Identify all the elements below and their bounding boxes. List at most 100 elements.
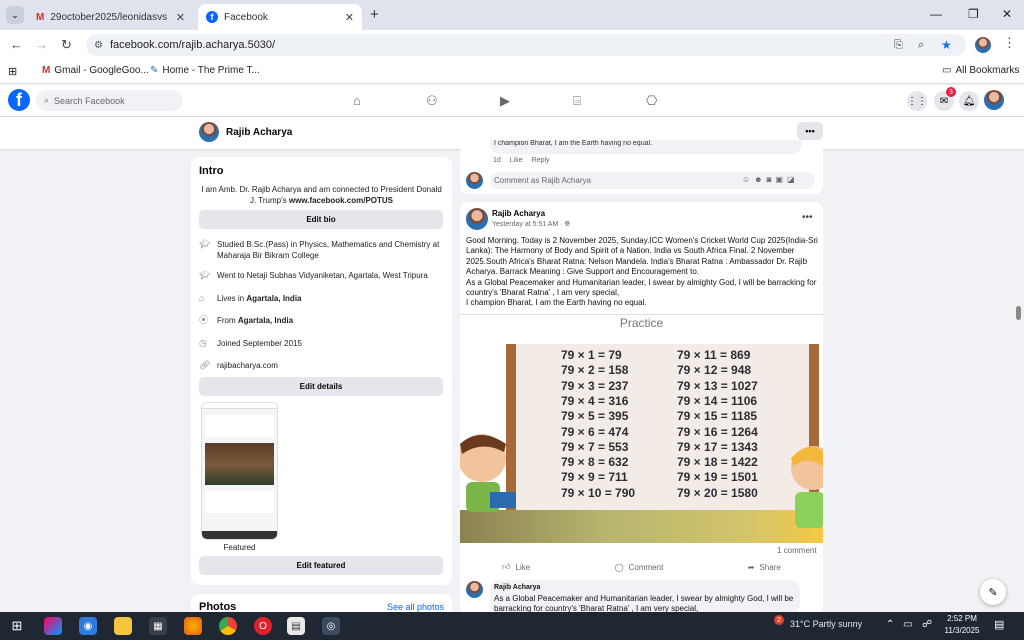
post-options-icon[interactable]: ••• <box>802 212 813 223</box>
weather-widget[interactable]: 31°C Partly sunny <box>790 619 862 629</box>
link-icon: 🔗︎ <box>199 360 211 370</box>
profile-avatar[interactable] <box>199 122 219 142</box>
from-text: From Agartala, India <box>217 315 293 326</box>
post-text: Good Morning. Today is 2 November 2025, … <box>466 236 818 309</box>
menu-grid-icon[interactable]: ⋮⋮ <box>907 91 927 111</box>
notification-badge: 3 <box>946 87 956 97</box>
zoom-icon[interactable]: ⌕ <box>918 39 924 52</box>
browser-menu-icon[interactable]: ⋮ <box>1003 35 1016 51</box>
gaming-icon[interactable]: ⎔ <box>646 93 657 109</box>
reply-author-avatar[interactable] <box>466 581 483 598</box>
windows-start-icon[interactable]: ⊞ <box>8 617 26 635</box>
intro-joined: ◷ Joined September 2015 <box>199 338 444 349</box>
site-info-icon[interactable]: ⚙ <box>94 40 103 51</box>
account-avatar[interactable] <box>984 90 1004 110</box>
home-icon: ⌂ <box>199 293 205 303</box>
post-text-line: I champion Bharat, I am the Earth having… <box>466 298 647 308</box>
intro-website[interactable]: 🔗︎ rajibacharya.com <box>199 360 444 371</box>
page-scrollbar[interactable] <box>1016 306 1021 320</box>
url-input[interactable]: ⚙ facebook.com/rajib.acharya.5030/ ⎘ ⌕ ★ <box>86 34 966 56</box>
minimize-icon[interactable]: — <box>930 7 942 21</box>
notifications-bell-icon[interactable]: 🔔︎ <box>959 91 979 111</box>
emoji-icon[interactable]: ☻ <box>754 175 766 184</box>
window-close-icon[interactable]: ✕ <box>1002 7 1012 21</box>
search-facebook-input[interactable]: ⌕ Search Facebook <box>36 90 183 111</box>
like-button[interactable]: 👍︎ Like <box>502 562 530 572</box>
edit-details-button[interactable]: Edit details <box>199 377 443 396</box>
camera-app-icon[interactable]: ◎ <box>322 617 340 635</box>
apps-grid-icon[interactable]: ⊞ <box>8 65 17 78</box>
gif-icon[interactable]: ▣ <box>775 175 787 184</box>
file-explorer-icon[interactable] <box>114 617 132 635</box>
avatar-sticker-icon[interactable]: ☺ <box>742 175 754 184</box>
chrome-icon[interactable] <box>219 617 237 635</box>
app-blue-icon[interactable]: ◉ <box>79 617 97 635</box>
home-icon[interactable]: ⌂ <box>353 93 361 108</box>
copilot-icon[interactable] <box>44 617 62 635</box>
clock-icon: ◷ <box>199 338 207 348</box>
store-icon[interactable]: ▦ <box>149 617 167 635</box>
new-message-compose-icon[interactable]: ✎ <box>980 579 1006 605</box>
multiplication-row: 79 × 11 = 869 <box>677 348 751 362</box>
facebook-favicon-icon: f <box>206 11 218 23</box>
reload-icon[interactable]: ↻ <box>61 37 72 53</box>
firefox-icon[interactable] <box>184 617 202 635</box>
notifications-center-icon[interactable]: ▤ <box>994 618 1004 631</box>
multiplication-row: 79 × 18 = 1422 <box>677 455 758 470</box>
post-text-line: As a Global Peacemaker and Humanitarian … <box>466 277 817 298</box>
profile-more-button[interactable]: ••• <box>797 122 823 140</box>
comment-like-link[interactable]: Like <box>510 157 523 164</box>
display-icon[interactable]: ▭ <box>903 619 912 630</box>
video-icon[interactable]: ▶ <box>500 93 510 109</box>
education-cap-icon: 🎓︎ <box>199 270 211 280</box>
back-icon[interactable]: ← <box>10 37 23 52</box>
location-pin-icon: ⦿ <box>199 315 209 325</box>
share-button[interactable]: ➦ Share <box>748 563 781 572</box>
marketplace-icon[interactable]: ⌸ <box>573 93 581 109</box>
featured-story-thumbnail[interactable] <box>201 402 278 540</box>
taskbar-clock[interactable]: 2:52 PM 11/3/2025 <box>942 613 982 637</box>
edit-featured-button[interactable]: Edit featured <box>199 556 443 575</box>
profile-name[interactable]: Rajib Acharya <box>226 127 292 138</box>
browser-tab-active[interactable]: f Facebook ✕ <box>198 4 362 30</box>
network-icon[interactable]: ☍ <box>922 619 932 630</box>
comment-reply-link[interactable]: Reply <box>532 157 550 164</box>
website-text[interactable]: rajibacharya.com <box>217 360 278 371</box>
from-link[interactable]: Agartala, India <box>238 316 293 325</box>
clock-date: 11/3/2025 <box>944 626 980 635</box>
lives-in-link[interactable]: Agartala, India <box>246 294 301 303</box>
see-all-photos-link[interactable]: See all photos <box>387 602 444 612</box>
all-bookmarks-label: All Bookmarks <box>955 65 1020 76</box>
post-timestamp[interactable]: Yesterday at 5:51 AM · 🌐︎ <box>492 221 570 229</box>
bookmark-star-icon[interactable]: ★ <box>941 38 952 52</box>
bookmark-gmail[interactable]: M Gmail - GoogleGoo... <box>42 65 149 76</box>
friends-icon[interactable]: ⚇ <box>426 93 438 109</box>
reply-author-name[interactable]: Rajib Acharya <box>494 583 796 594</box>
comment-button[interactable]: ◯ Comment <box>615 563 664 572</box>
profile-avatar-icon[interactable] <box>975 37 991 53</box>
new-tab-icon[interactable]: + <box>370 6 379 23</box>
browser-tab-inactive[interactable]: M 29october2025/leonidasvs Xer ✕ <box>28 4 193 30</box>
show-hidden-icons-icon[interactable]: ⌃ <box>886 619 894 630</box>
tab-search-chevron-icon[interactable]: ⌄ <box>6 6 24 24</box>
close-tab-icon[interactable]: ✕ <box>176 11 185 24</box>
edit-bio-button[interactable]: Edit bio <box>199 210 443 229</box>
close-tab-icon[interactable]: ✕ <box>345 11 354 24</box>
install-app-icon[interactable]: ⎘ <box>894 39 903 52</box>
facebook-logo-icon[interactable]: f <box>8 89 30 111</box>
all-bookmarks-button[interactable]: ▭ All Bookmarks <box>942 65 1019 76</box>
post-author-name[interactable]: Rajib Acharya <box>492 209 545 218</box>
notepad-icon[interactable]: ▤ <box>287 617 305 635</box>
clock-time: 2:52 PM <box>947 614 977 623</box>
multiplication-row: 79 × 12 = 948 <box>677 363 752 378</box>
post-image[interactable]: Practice 79 × 1 = 79 79 × 2 = 158 79 × 3 =… <box>460 314 823 543</box>
sticker-icon[interactable]: ◪ <box>787 175 799 184</box>
bookmark-prime[interactable]: ✎ Home - The Prime T... <box>150 65 260 76</box>
post-author-avatar[interactable] <box>466 208 488 230</box>
opera-icon[interactable]: O <box>254 617 272 635</box>
bio-link[interactable]: www.facebook.com/POTUS <box>289 196 393 205</box>
multiplication-row: 79 × 16 = 1264 <box>677 424 758 439</box>
comment-count-link[interactable]: 1 comment <box>777 546 817 555</box>
forward-icon[interactable]: → <box>35 37 48 52</box>
restore-icon[interactable]: ❐ <box>968 7 979 21</box>
